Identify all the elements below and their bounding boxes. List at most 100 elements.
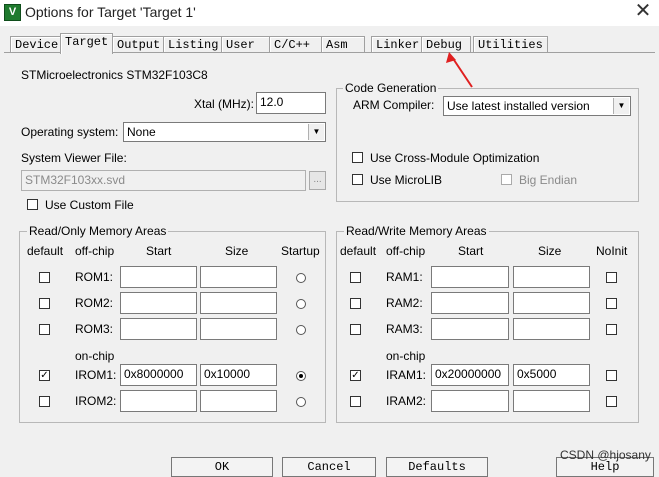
rom-start-input[interactable]	[120, 318, 197, 340]
compiler-label: ARM Compiler:	[353, 98, 435, 112]
svd-input[interactable]: STM32F103xx.svd	[21, 170, 306, 191]
rom-startup-radio[interactable]	[296, 299, 306, 309]
title-bar: V Options for Target 'Target 1' ✕	[0, 0, 659, 26]
ram-noinit-checkbox[interactable]	[606, 298, 617, 309]
ram-noinit-checkbox[interactable]	[606, 324, 617, 335]
ram-default-checkbox[interactable]	[350, 324, 361, 335]
compiler-select[interactable]: Use latest installed version ▼	[443, 96, 631, 116]
tab-listing[interactable]: Listing	[163, 36, 224, 53]
ram-header-size: Size	[538, 244, 562, 258]
tab-device[interactable]: Device	[10, 36, 64, 53]
rom-default-checkbox[interactable]	[39, 272, 50, 283]
rom-row-label: ROM3:	[75, 322, 114, 336]
chevron-down-icon: ▼	[308, 124, 324, 140]
ok-button[interactable]: OK	[171, 457, 273, 477]
watermark: CSDN @hjosany	[560, 448, 651, 462]
ram-header-noinit: NoInit	[596, 244, 628, 258]
defaults-button[interactable]: Defaults	[386, 457, 488, 477]
big-endian-label: Big Endian	[519, 173, 578, 187]
ram-start-input[interactable]: 0x20000000	[431, 364, 509, 386]
ram-header-offchip: off-chip	[386, 244, 426, 258]
rom-start-input[interactable]	[120, 390, 197, 412]
rom-startup-radio[interactable]	[296, 273, 306, 283]
rom-size-input[interactable]: 0x10000	[200, 364, 277, 386]
tab-linker[interactable]: Linker	[371, 36, 425, 53]
ram-row-label: RAM1:	[386, 270, 423, 284]
tab-cpp[interactable]: C/C++	[269, 36, 325, 53]
ram-header-start: Start	[458, 244, 484, 258]
rom-size-input[interactable]	[200, 318, 277, 340]
ram-size-input[interactable]	[513, 292, 590, 314]
svd-browse-button[interactable]: ...	[309, 171, 326, 190]
ram-row-label: RAM3:	[386, 322, 423, 336]
ram-size-input[interactable]: 0x5000	[513, 364, 590, 386]
cross-module-label: Use Cross-Module Optimization	[370, 151, 540, 165]
ram-row-label: IRAM2:	[386, 394, 427, 408]
ram-start-input[interactable]	[431, 292, 509, 314]
ram-start-input[interactable]	[431, 318, 509, 340]
tab-debug[interactable]: Debug	[421, 36, 471, 53]
keil-app-icon: V	[4, 4, 21, 21]
xtal-label: Xtal (MHz):	[194, 97, 254, 111]
rom-row-label: ROM1:	[75, 270, 114, 284]
rom-start-input[interactable]: 0x8000000	[120, 364, 197, 386]
os-label: Operating system:	[21, 125, 119, 139]
rom-start-input[interactable]	[120, 266, 197, 288]
rom-size-input[interactable]	[200, 266, 277, 288]
device-name: STMicroelectronics STM32F103C8	[21, 68, 208, 82]
chevron-down-icon: ▼	[613, 98, 629, 114]
rom-default-checkbox[interactable]	[39, 396, 50, 407]
microlib-checkbox[interactable]	[352, 174, 363, 185]
rom-group-title: Read/Only Memory Areas	[27, 224, 169, 238]
ram-noinit-checkbox[interactable]	[606, 370, 617, 381]
svd-label: System Viewer File:	[21, 151, 127, 165]
rom-default-checkbox[interactable]: ✓	[39, 370, 50, 381]
rom-startup-radio[interactable]	[296, 371, 306, 381]
rom-default-checkbox[interactable]	[39, 324, 50, 335]
tab-output[interactable]: Output	[112, 36, 166, 53]
ram-row-label: RAM2:	[386, 296, 423, 310]
compiler-value: Use latest installed version	[447, 99, 590, 113]
ram-start-input[interactable]	[431, 390, 509, 412]
rom-size-input[interactable]	[200, 390, 277, 412]
cancel-button[interactable]: Cancel	[282, 457, 376, 477]
xtal-input[interactable]: 12.0	[256, 92, 326, 114]
ram-default-checkbox[interactable]: ✓	[350, 370, 361, 381]
tab-asm[interactable]: Asm	[321, 36, 365, 53]
rom-startup-radio[interactable]	[296, 325, 306, 335]
big-endian-checkbox	[501, 174, 512, 185]
microlib-label: Use MicroLIB	[370, 173, 443, 187]
ram-noinit-checkbox[interactable]	[606, 272, 617, 283]
rom-startup-radio[interactable]	[296, 397, 306, 407]
rom-row-label: IROM2:	[75, 394, 117, 408]
rom-default-checkbox[interactable]	[39, 298, 50, 309]
tab-utilities[interactable]: Utilities	[473, 36, 548, 53]
rom-header-start: Start	[146, 244, 172, 258]
code-generation-title: Code Generation	[343, 81, 439, 95]
rom-header-size: Size	[225, 244, 249, 258]
ram-group-title: Read/Write Memory Areas	[344, 224, 489, 238]
tab-target[interactable]: Target	[60, 33, 114, 54]
rom-header-default: default	[27, 244, 64, 258]
ram-default-checkbox[interactable]	[350, 396, 361, 407]
ram-size-input[interactable]	[513, 318, 590, 340]
rom-row-label: IROM1:	[75, 368, 117, 382]
rom-start-input[interactable]	[120, 292, 197, 314]
ram-default-checkbox[interactable]	[350, 298, 361, 309]
rom-size-input[interactable]	[200, 292, 277, 314]
rom-onchip-label: on-chip	[75, 349, 115, 363]
ram-size-input[interactable]	[513, 266, 590, 288]
close-icon[interactable]: ✕	[628, 0, 658, 24]
tab-user[interactable]: User	[221, 36, 271, 53]
ram-size-input[interactable]	[513, 390, 590, 412]
os-select[interactable]: None ▼	[123, 122, 326, 142]
ram-default-checkbox[interactable]	[350, 272, 361, 283]
rom-header-offchip: off-chip	[75, 244, 115, 258]
cross-module-checkbox[interactable]	[352, 152, 363, 163]
window-title: Options for Target 'Target 1'	[25, 4, 196, 20]
ram-noinit-checkbox[interactable]	[606, 396, 617, 407]
rom-header-startup: Startup	[281, 244, 320, 258]
custom-file-label: Use Custom File	[45, 198, 134, 212]
ram-start-input[interactable]	[431, 266, 509, 288]
custom-file-checkbox[interactable]	[27, 199, 38, 210]
